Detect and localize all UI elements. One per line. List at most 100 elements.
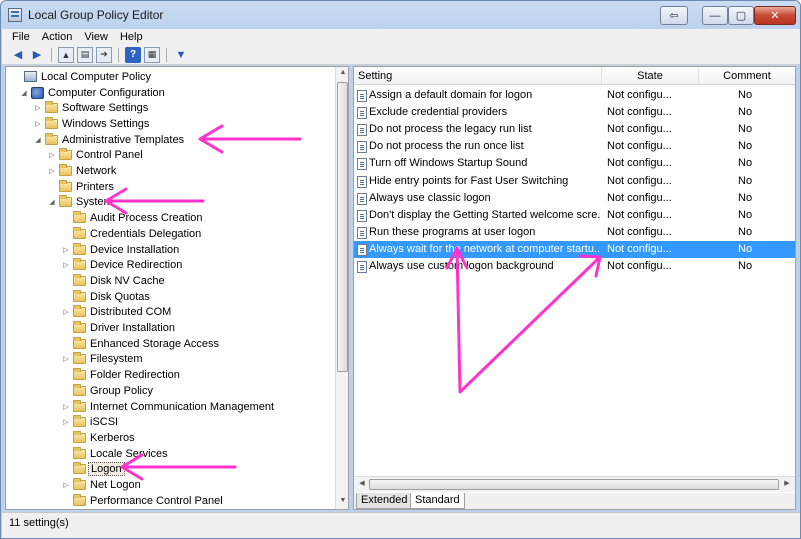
- close-button[interactable]: ✕: [754, 6, 796, 25]
- table-row[interactable]: Always wait for the network at computer …: [354, 240, 795, 258]
- table-row[interactable]: Run these programs at user logon Not conf…: [354, 224, 795, 241]
- setting-comment: No: [738, 260, 753, 272]
- table-row[interactable]: Hide entry points for Fast User Switchin…: [354, 173, 795, 190]
- expand-arrow-icon[interactable]: ▷: [61, 246, 71, 254]
- tree-item[interactable]: ▷ Control Panel: [47, 148, 143, 164]
- tree-item[interactable]: ◢ Administrative Templates: [33, 132, 184, 148]
- tree-item[interactable]: ▷ Distributed COM: [61, 305, 171, 321]
- tree-item[interactable]: ▷ Device Installation: [61, 242, 179, 258]
- expand-arrow-icon[interactable]: ▷: [61, 261, 71, 269]
- tree-item[interactable]: Group Policy: [61, 383, 153, 399]
- expand-arrow-icon[interactable]: ▷: [61, 403, 71, 411]
- scroll-up-icon[interactable]: ▲: [338, 69, 348, 79]
- collapse-arrow-icon[interactable]: ◢: [33, 136, 43, 144]
- tree-item[interactable]: Disk NV Cache: [61, 273, 165, 289]
- column-setting[interactable]: Setting: [354, 67, 602, 85]
- tree-item[interactable]: ▷ Software Settings: [33, 100, 148, 116]
- maximize-button[interactable]: ▢: [728, 6, 754, 25]
- table-row[interactable]: Do not process the run once list Not conf…: [354, 138, 795, 155]
- filter-icon[interactable]: ▼: [173, 47, 189, 63]
- tree-item[interactable]: ▷ iSCSI: [61, 414, 118, 430]
- tree-item-label: Driver Installation: [90, 322, 175, 335]
- tree-item[interactable]: Local Computer Policy: [12, 69, 151, 85]
- scroll-down-icon[interactable]: ▼: [338, 497, 348, 507]
- folder-icon: [59, 195, 72, 208]
- table-row[interactable]: Do not process the legacy run list Not co…: [354, 121, 795, 138]
- toolbar-separator: [118, 47, 119, 62]
- tree-item[interactable]: Disk Quotas: [61, 289, 150, 305]
- policy-setting-icon: [357, 175, 367, 188]
- expand-arrow-icon[interactable]: ▷: [61, 418, 71, 426]
- scroll-right-icon[interactable]: ▶: [782, 479, 792, 489]
- tree-item[interactable]: Locale Services: [61, 446, 168, 462]
- minimize-button[interactable]: —: [702, 6, 728, 25]
- list-horizontal-scrollbar[interactable]: ◀ ▶: [354, 476, 795, 492]
- up-folder-icon[interactable]: ▲: [58, 46, 74, 63]
- tree-item[interactable]: Driver Installation: [61, 320, 175, 336]
- tree-item[interactable]: ▷ Internet Communication Management: [61, 399, 274, 415]
- table-row[interactable]: Always use classic logon Not configu... No: [354, 190, 795, 207]
- policy-setting-icon: [357, 141, 367, 154]
- tree-item[interactable]: ▷ Network: [47, 163, 116, 179]
- table-row[interactable]: Don't display the Getting Started welcom…: [354, 207, 795, 224]
- tree-scroll-thumb[interactable]: [337, 82, 348, 372]
- title-bar[interactable]: Local Group Policy Editor ⇦ — ▢ ✕: [1, 1, 800, 29]
- tab-standard[interactable]: Standard: [410, 493, 465, 509]
- tree-item[interactable]: Kerberos: [61, 430, 135, 446]
- folder-icon: [73, 352, 86, 365]
- show-tree-icon[interactable]: ▤: [77, 46, 93, 63]
- back-icon[interactable]: ◀: [10, 47, 26, 63]
- tree-item[interactable]: ◢ System: [47, 195, 113, 211]
- expand-arrow-icon[interactable]: ▷: [61, 308, 71, 316]
- tree-item-label: Device Installation: [90, 243, 180, 256]
- expand-arrow-icon[interactable]: ▷: [33, 120, 43, 128]
- folder-icon: [73, 415, 86, 428]
- menu-view[interactable]: View: [78, 31, 114, 43]
- tree-vertical-scrollbar[interactable]: ▲ ▼: [335, 67, 348, 509]
- forward-icon[interactable]: ▶: [29, 47, 45, 63]
- menu-file[interactable]: File: [6, 31, 36, 43]
- tree-item[interactable]: Credentials Delegation: [61, 226, 201, 242]
- table-row[interactable]: Exclude credential providers Not configu.…: [354, 104, 795, 121]
- scroll-left-icon[interactable]: ◀: [357, 479, 367, 489]
- tree-item[interactable]: Logon: [61, 462, 125, 478]
- list-scroll-thumb[interactable]: [369, 479, 779, 490]
- expand-arrow-icon[interactable]: ▷: [61, 355, 71, 363]
- tree-item[interactable]: ▷ Device Redirection: [61, 257, 182, 273]
- setting-comment: No: [738, 140, 753, 153]
- tree-item[interactable]: Audit Process Creation: [61, 210, 203, 226]
- tree-item[interactable]: ▷ Net Logon: [61, 477, 141, 493]
- table-row[interactable]: Turn off Windows Startup Sound Not config…: [354, 155, 795, 172]
- help-icon[interactable]: ?: [125, 46, 141, 63]
- policy-setting-icon: [357, 90, 367, 102]
- tree-item[interactable]: Folder Redirection: [61, 367, 180, 383]
- tree-item[interactable]: Performance Control Panel: [61, 493, 223, 509]
- tree-item-label: Logon: [88, 462, 125, 477]
- properties-icon[interactable]: ▦: [144, 46, 160, 63]
- column-comment[interactable]: Comment: [699, 67, 795, 85]
- tree-item[interactable]: ◢ Computer Configuration: [19, 85, 165, 101]
- tree-item[interactable]: Printers: [47, 179, 114, 195]
- restore-arrow-button[interactable]: ⇦: [660, 6, 688, 25]
- setting-state: Not configu...: [607, 157, 672, 170]
- tree-item-label: Windows Settings: [62, 117, 150, 130]
- expand-arrow-icon[interactable]: ▷: [47, 167, 57, 175]
- view-tabs: Extended Standard: [354, 493, 795, 509]
- setting-comment: No: [738, 225, 753, 238]
- column-state[interactable]: State: [602, 67, 699, 85]
- setting-name: Always use classic logon: [369, 191, 491, 204]
- menu-help[interactable]: Help: [114, 31, 149, 43]
- table-row[interactable]: Always use custom logon background Not co…: [354, 258, 795, 275]
- expand-arrow-icon[interactable]: ▷: [61, 481, 71, 489]
- tree-item[interactable]: ▷ Windows Settings: [33, 116, 149, 132]
- export-icon[interactable]: ➔: [96, 46, 112, 63]
- expand-arrow-icon[interactable]: ▷: [47, 151, 57, 159]
- expand-arrow-icon[interactable]: ▷: [33, 104, 43, 112]
- collapse-arrow-icon[interactable]: ◢: [47, 198, 57, 206]
- collapse-arrow-icon[interactable]: ◢: [19, 89, 29, 97]
- tab-extended[interactable]: Extended: [356, 493, 413, 509]
- table-row[interactable]: Assign a default domain for logon Not con…: [354, 87, 795, 104]
- tree-item[interactable]: Enhanced Storage Access: [61, 336, 219, 352]
- menu-action[interactable]: Action: [36, 31, 79, 43]
- tree-item[interactable]: ▷ Filesystem: [61, 352, 143, 368]
